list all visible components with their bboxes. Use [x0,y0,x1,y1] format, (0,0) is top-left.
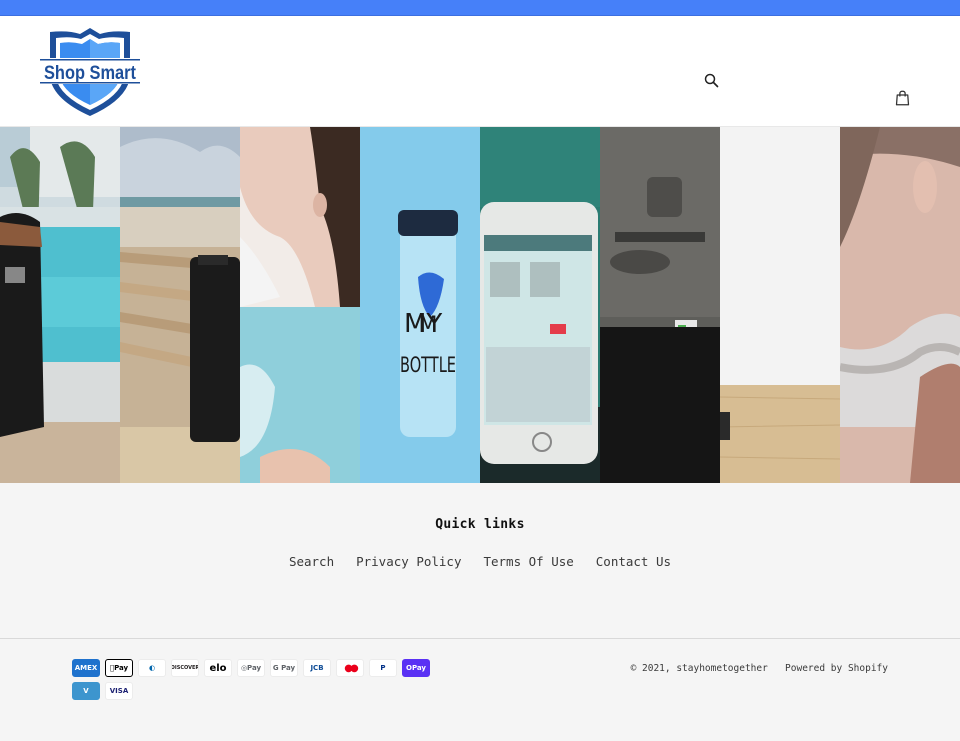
logo-link[interactable]: Shop Smart [40,26,140,118]
footer-link-search[interactable]: Search [289,554,334,569]
footer-link-contact-us[interactable]: Contact Us [596,554,671,569]
footer-link-terms-of-use[interactable]: Terms Of Use [483,554,573,569]
payment-icon-label: DISCOVER [171,665,199,671]
footer-quick-links: Search Privacy Policy Terms Of Use Conta… [0,551,960,570]
svg-text:BOTTLE: BOTTLE [400,353,456,377]
payment-icon-visa: VISA [105,682,133,700]
cart-button[interactable] [891,87,913,109]
announcement-bar [0,0,960,16]
payment-icon-google-pay: G Pay [270,659,298,677]
payment-icon-label: VISA [109,687,129,695]
payment-icon-label: elo [209,662,227,674]
hero-collage: M MY BOTTLE [0,127,960,483]
payment-icon-label: V [83,687,89,695]
payment-icon-diners-club: ◐ [138,659,166,677]
hero-panel-tabletop-device [720,127,840,483]
footer-divider [0,638,960,639]
payment-icon-discover: DISCOVER [171,659,199,677]
powered-by-shopify-link[interactable]: Powered by Shopify [785,663,888,674]
payment-icon-mastercard: ●● [336,659,364,677]
hero-panel-woman-drinking [240,127,360,483]
search-button[interactable] [700,69,722,91]
footer-link-item: Terms Of Use [483,551,573,570]
payment-icon-google-pay: ◎Pay [237,659,265,677]
payment-icon-jcb: JCB [303,659,331,677]
payment-icon-label: AMEX [74,664,98,672]
phone-app-image [480,127,600,483]
cart-icon [895,90,909,106]
footer-link-item: Privacy Policy [356,551,461,570]
car-obd-image [600,127,720,483]
svg-text:Shop Smart: Shop Smart [44,63,137,84]
payment-icon-apple-pay: Pay [105,659,133,677]
payment-icon-label: ◐ [148,664,156,672]
my-bottle-image: M MY BOTTLE [360,127,480,483]
payment-icon-label: P [380,664,386,672]
payment-icon-american-express: AMEX [72,659,100,677]
footer-link-privacy-policy[interactable]: Privacy Policy [356,554,461,569]
beach-cooler-bag-image [120,127,240,483]
footer-quick-links-title: Quick links [435,517,525,532]
payment-icon-paypal: P [369,659,397,677]
tabletop-device-image [720,127,840,483]
neck-massager-image [840,127,960,483]
payment-icon-label: ●● [344,662,359,674]
copyright: © 2021, stayhometogether Powered by Shop… [631,663,888,674]
payment-icon-shop-pay: OPay [402,659,430,677]
hero-panel-phone-app [480,127,600,483]
svg-text:MY: MY [404,309,442,339]
hero-panel-neck-massager [840,127,960,483]
payment-icon-label: Pay [110,664,128,672]
site-footer: Quick links Search Privacy Policy Terms … [0,483,960,741]
woman-drinking-image [240,127,360,483]
search-icon [704,73,718,87]
hero-panel-my-bottle: M MY BOTTLE [360,127,480,483]
footer-link-item: Contact Us [596,551,671,570]
payment-icon-label: G Pay [272,664,296,672]
hero-panel-beach-cooler-bag [120,127,240,483]
payment-icon-label: JCB [310,664,324,672]
payment-icon-label: ◎Pay [240,664,262,672]
payment-icon-venmo: V [72,682,100,700]
payment-icons: AMEX Pay ◐ DISCOVER elo ◎Pay G Pay JCB ●● P OPay V… [72,659,462,700]
copyright-text: © 2021, stayhometogether [630,663,768,674]
payment-icon-elo: elo [204,659,232,677]
shield-logo-icon: Shop Smart [40,28,140,116]
pool-cooler-bag-image [0,127,120,483]
payment-icon-label: OPay [406,664,426,672]
hero-panel-car-obd [600,127,720,483]
site-header: Shop Smart [0,16,960,127]
hero-panel-pool-cooler-bag [0,127,120,483]
footer-link-item: Search [289,551,334,570]
